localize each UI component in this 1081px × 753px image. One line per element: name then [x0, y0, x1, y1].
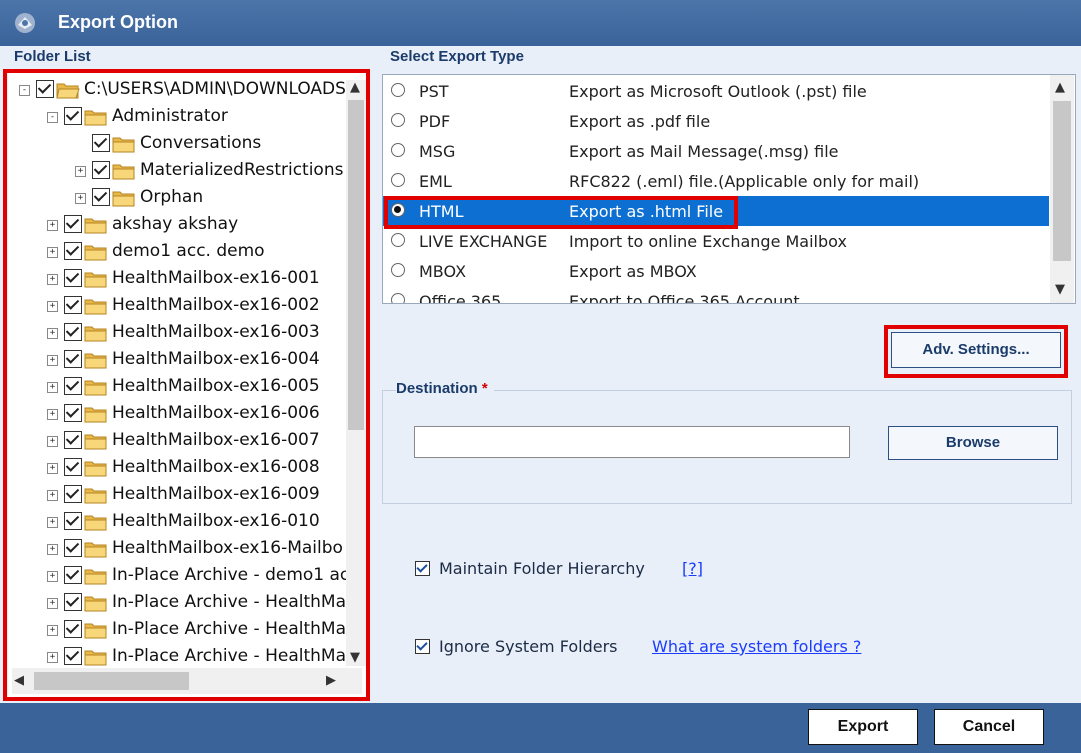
hierarchy-help-link[interactable]: [?] — [682, 559, 703, 578]
destination-path-input[interactable] — [414, 426, 850, 458]
export-option-description: Export as Mail Message(.msg) file — [569, 142, 839, 161]
cancel-button[interactable]: Cancel — [934, 709, 1044, 745]
radio-button[interactable] — [391, 263, 405, 277]
export-list-scrollbar[interactable] — [1050, 75, 1074, 303]
export-option-description: Export as .pdf file — [569, 112, 711, 131]
ignore-system-folders-checkbox[interactable] — [415, 639, 430, 654]
radio-button[interactable] — [391, 293, 405, 303]
export-type-list[interactable]: PST Export as Microsoft Outlook (.pst) fi… — [382, 74, 1076, 304]
export-option-eml[interactable]: EML RFC822 (.eml) file.(Applicable only f… — [383, 166, 1049, 196]
export-option-description: Export as MBOX — [569, 262, 697, 281]
export-option-mbox[interactable]: MBOX Export as MBOX — [383, 256, 1049, 286]
scroll-up-arrow-icon[interactable]: ▲ — [1055, 80, 1065, 95]
radio-button[interactable] — [391, 83, 405, 97]
export-option-name: LIVE EXCHANGE — [419, 232, 548, 251]
radio-button[interactable] — [391, 113, 405, 127]
export-option-name: MSG — [419, 142, 456, 161]
adv-settings-highlight — [884, 325, 1068, 378]
app-logo-icon — [15, 13, 35, 33]
html-option-highlight — [384, 196, 738, 229]
window-title: Export Option — [58, 12, 178, 32]
export-option-description: Export to Office 365 Account — [569, 292, 800, 304]
export-option-live-exchange[interactable]: LIVE EXCHANGE Import to online Exchange M… — [383, 226, 1049, 256]
scrollbar-thumb[interactable] — [1053, 101, 1071, 261]
export-option-name: PST — [419, 82, 449, 101]
scroll-down-arrow-icon[interactable]: ▼ — [1055, 282, 1065, 297]
export-option-description: Export as Microsoft Outlook (.pst) file — [569, 82, 867, 101]
destination-label: Destination * — [396, 380, 494, 397]
export-option-description: RFC822 (.eml) file.(Applicable only for … — [569, 172, 920, 191]
export-option-office-365[interactable]: Office 365 Export to Office 365 Account — [383, 286, 1049, 304]
ignore-system-folders-label: Ignore System Folders — [439, 637, 618, 656]
system-folders-help-link[interactable]: What are system folders ? — [652, 637, 861, 656]
export-option-description: Import to online Exchange Mailbox — [569, 232, 847, 251]
export-option-name: EML — [419, 172, 452, 191]
maintain-hierarchy-label: Maintain Folder Hierarchy — [439, 559, 645, 578]
export-button[interactable]: Export — [808, 709, 918, 745]
export-option-name: Office 365 — [419, 292, 502, 304]
export-option-pst[interactable]: PST Export as Microsoft Outlook (.pst) fi… — [383, 76, 1049, 106]
export-type-label: Select Export Type — [390, 48, 524, 65]
export-option-name: PDF — [419, 112, 451, 131]
export-option-msg[interactable]: MSG Export as Mail Message(.msg) file — [383, 136, 1049, 166]
export-option-name: MBOX — [419, 262, 467, 281]
browse-button[interactable]: Browse — [888, 426, 1058, 460]
title-bar: Export Option — [0, 0, 1081, 46]
export-option-pdf[interactable]: PDF Export as .pdf file — [383, 106, 1049, 136]
radio-button[interactable] — [391, 173, 405, 187]
maintain-hierarchy-checkbox[interactable] — [415, 561, 430, 576]
radio-button[interactable] — [391, 233, 405, 247]
required-mark: * — [481, 380, 488, 397]
folder-list-label: Folder List — [14, 48, 91, 65]
radio-button[interactable] — [391, 143, 405, 157]
footer-bar — [0, 703, 1081, 753]
folder-list-highlight — [3, 69, 370, 701]
